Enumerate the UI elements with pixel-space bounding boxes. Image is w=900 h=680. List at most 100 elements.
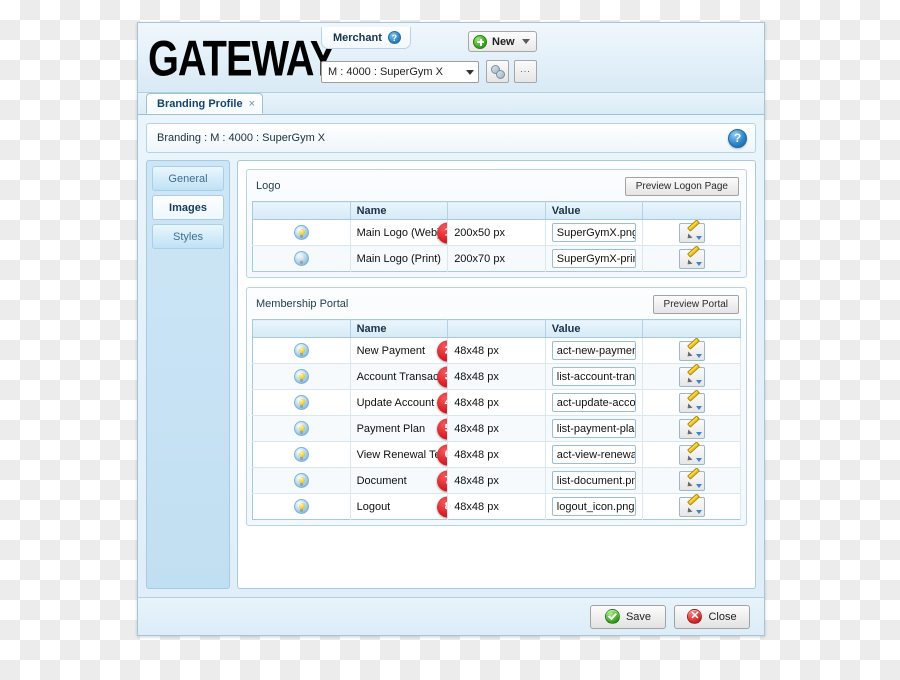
edit-button[interactable] [678,418,705,439]
chevron-down-icon[interactable] [695,431,702,436]
row-value-cell: SuperGymX.png [545,219,644,246]
row-name: Main Logo (Web) [356,226,441,239]
edit-button[interactable] [678,496,705,517]
search-icon [491,65,505,79]
row-action-cell [642,337,741,364]
th-value: Value [545,319,644,338]
preview-portal-button[interactable]: Preview Portal [652,294,739,314]
row-size: 200x70 px [447,245,546,272]
row-icon-cell [252,337,351,364]
th-size [447,319,546,338]
table-row[interactable]: Payment Plan 548x48 px list-payment-plan.p… [252,415,741,442]
value-input[interactable]: list-payment-plan.png [551,419,637,438]
row-action-cell [642,363,741,390]
close-icon[interactable]: × [249,98,255,110]
callout-badge: 2 [437,340,447,361]
row-icon-cell [252,245,351,272]
row-value-cell: list-account-transaction.png [545,363,644,390]
row-action-cell [642,389,741,416]
table-row[interactable]: Update Account Info448x48 px act-update-a… [252,389,741,416]
search-button[interactable] [486,60,509,83]
edit-button[interactable] [678,444,705,465]
th-size [447,201,546,220]
lightbulb-icon [293,225,309,240]
value-input[interactable]: act-view-renewal-terms.png [551,445,637,464]
table-row[interactable]: Logout 848x48 px logout_icon.png [252,493,741,520]
th-icon [252,319,351,338]
row-name-cell: View Renewal Terms6 [350,441,449,468]
sidebar-item-styles[interactable]: Styles [152,224,224,249]
value-input[interactable]: logout_icon.png [551,497,637,516]
breadcrumb: Branding : M : 4000 : SuperGym X ? [146,123,756,153]
chevron-down-icon[interactable] [695,353,702,358]
chevron-down-icon[interactable] [521,39,530,44]
edit-button[interactable] [678,248,705,269]
table-row[interactable]: Account Transaction348x48 px list-account… [252,363,741,390]
lightbulb-icon [293,369,309,384]
table-row[interactable]: Document 748x48 px list-document.png [252,467,741,494]
chevron-down-icon[interactable] [695,483,702,488]
lightbulb-icon [293,447,309,462]
sidebar-item-label: Images [169,201,207,214]
callout-badge: 4 [437,392,447,413]
edit-button[interactable] [678,366,705,387]
sidebar: General Images Styles [146,160,230,589]
group-logo: Logo Preview Logon Page Name Value Main … [246,169,747,278]
lightbulb-icon [293,343,309,358]
row-value-cell: act-new-payment.png [545,337,644,364]
row-size: 48x48 px [447,363,546,390]
preview-logon-page-button[interactable]: Preview Logon Page [624,176,739,196]
value-input[interactable]: act-update-account-info.png [551,393,637,412]
chevron-down-icon[interactable] [695,405,702,410]
chevron-down-icon[interactable] [695,379,702,384]
edit-button[interactable] [678,392,705,413]
chevron-down-icon[interactable] [695,235,702,240]
table-row[interactable]: New Payment 248x48 px act-new-payment.png [252,337,741,364]
row-value-cell: act-view-renewal-terms.png [545,441,644,468]
row-name: Main Logo (Print) [356,252,441,265]
tab-label: Branding Profile [157,97,243,110]
tab-branding-profile[interactable]: Branding Profile × [146,93,263,114]
table-row[interactable]: Main Logo (Web) 1 200x50 px SuperGymX.pn… [252,219,741,246]
row-name: Document [356,474,407,487]
callout-badge: 1 [437,222,447,243]
close-button[interactable]: ✕ Close [674,604,750,629]
table-row[interactable]: Main Logo (Print) 200x70 px SuperGymX-pr… [252,245,741,272]
chevron-down-icon[interactable] [695,457,702,462]
row-name-cell: Account Transaction3 [350,363,449,390]
chevron-down-icon[interactable] [695,509,702,514]
merchant-context-tab[interactable]: Merchant ? [321,27,411,49]
edit-button[interactable] [678,340,705,361]
edit-button[interactable] [678,470,705,491]
row-name: Update Account Info [356,396,448,409]
gateway-logo: GATEWAY [148,31,336,87]
value-input[interactable]: list-account-transaction.png [551,367,637,386]
help-icon[interactable]: ? [387,31,401,44]
row-action-cell [642,415,741,442]
more-options-button[interactable]: ... [514,60,537,83]
check-circle-icon [604,609,620,624]
row-value-cell: SuperGymX-print.png [545,245,644,272]
chevron-down-icon[interactable] [695,261,702,266]
row-icon-cell [252,363,351,390]
help-icon[interactable]: ? [728,128,747,148]
callout-badge: 8 [437,496,447,517]
merchant-select[interactable]: M : 4000 : SuperGym X [321,61,479,83]
table-row[interactable]: View Renewal Terms648x48 px act-view-rene… [252,441,741,468]
row-size: 48x48 px [447,337,546,364]
chevron-down-icon[interactable] [466,69,474,75]
row-name: Payment Plan [356,422,426,435]
value-input[interactable]: list-document.png [551,471,637,490]
sidebar-item-images[interactable]: Images [152,195,224,220]
edit-button[interactable] [678,222,705,243]
new-button[interactable]: New [468,31,537,52]
row-icon-cell [252,389,351,416]
row-size: 48x48 px [447,493,546,520]
group-title: Logo [256,180,281,192]
value-input[interactable]: SuperGymX.png [551,223,637,242]
value-input[interactable]: act-new-payment.png [551,341,637,360]
value-input[interactable]: SuperGymX-print.png [551,249,637,268]
save-button[interactable]: Save [590,604,666,629]
sidebar-item-general[interactable]: General [152,166,224,191]
new-button-label: New [492,35,515,48]
